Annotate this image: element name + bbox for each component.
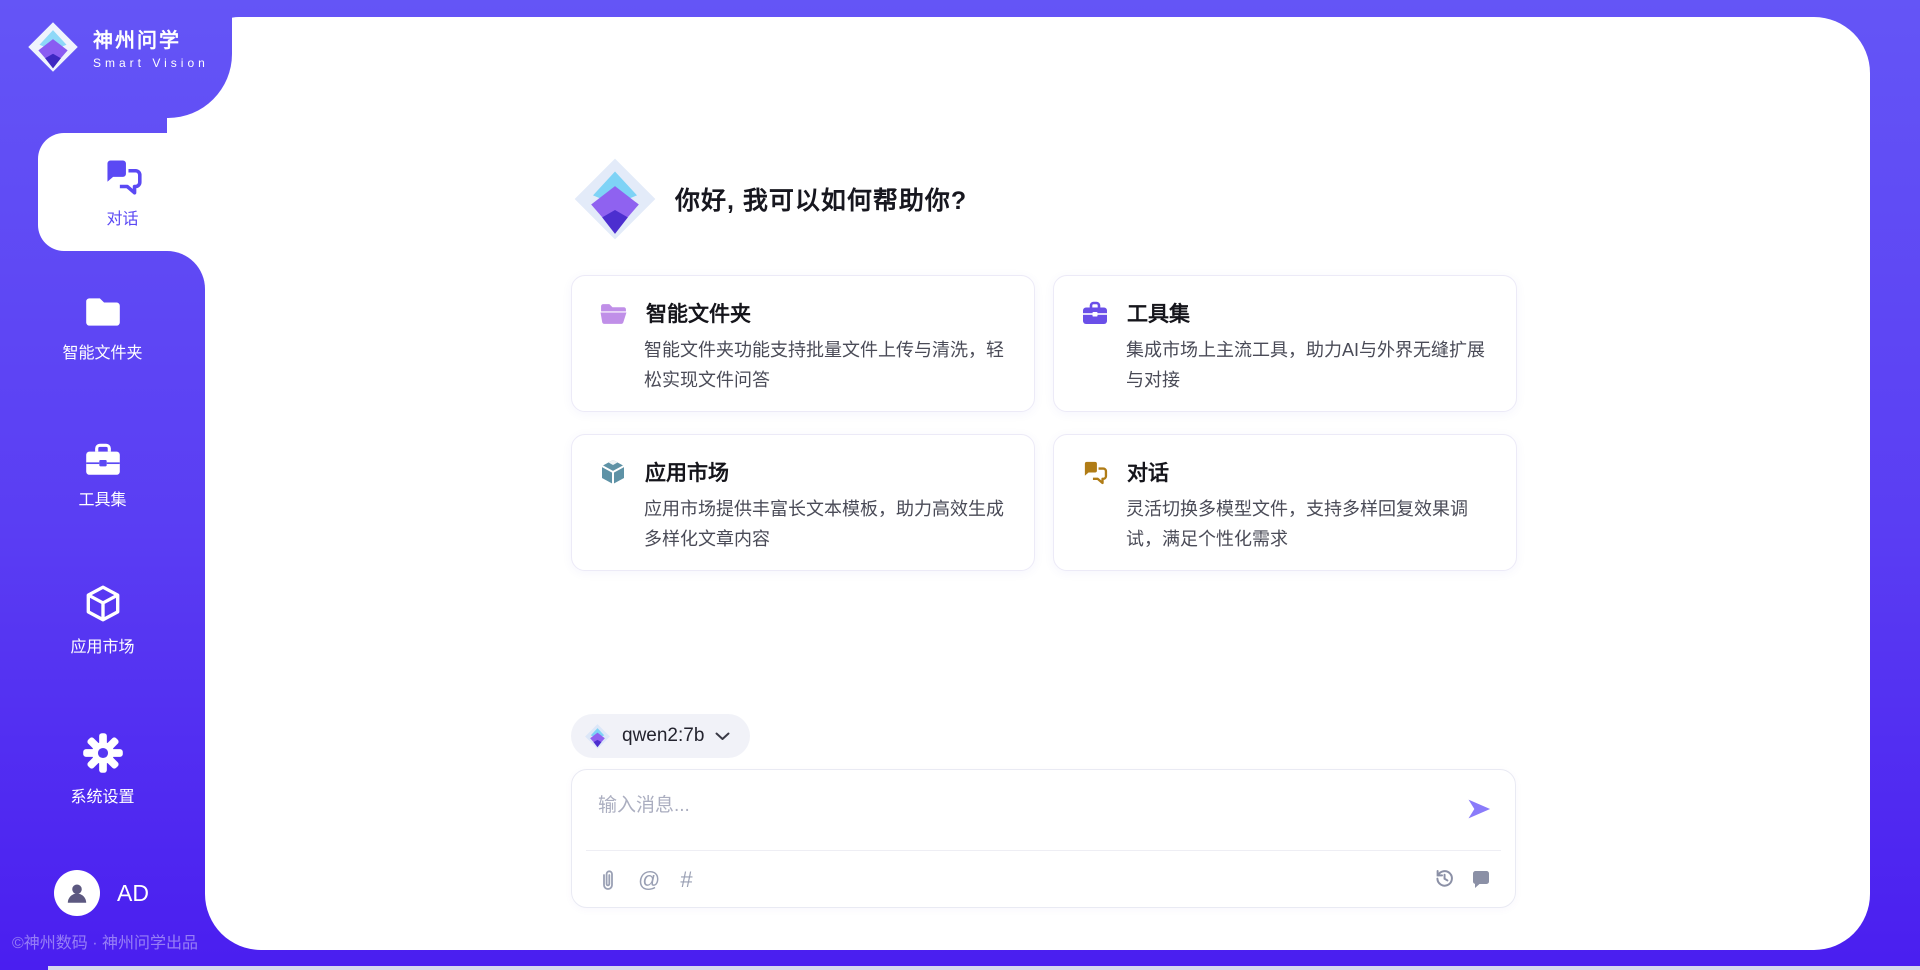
brand-text: 神州问学 Smart Vision	[93, 24, 209, 70]
user-account[interactable]: AD	[54, 870, 149, 916]
app-subtitle: Smart Vision	[93, 56, 209, 70]
card-head: 对话	[1081, 457, 1492, 487]
sidebar-item-label: 系统设置	[70, 783, 134, 807]
chat-bubbles-icon	[1081, 459, 1109, 485]
app-window: 你好, 我可以如何帮助你? 智能文件夹 智能文件夹功能支持批量文件上传与清洗，轻…	[0, 0, 1920, 970]
briefcase-icon	[82, 440, 124, 478]
sidebar-item-toolset[interactable]: 工具集	[0, 440, 205, 510]
user-name: AD	[117, 880, 149, 907]
folder-icon	[599, 301, 628, 326]
gear-icon	[81, 731, 125, 775]
model-name: qwen2:7b	[622, 725, 704, 747]
card-head: 应用市场	[599, 457, 1010, 487]
brand: 神州问学 Smart Vision	[0, 0, 232, 74]
card-title: 工具集	[1127, 298, 1190, 328]
card-title: 智能文件夹	[646, 298, 751, 328]
sidebar-item-label: 对话	[106, 205, 138, 229]
folder-icon	[82, 293, 124, 331]
model-selector[interactable]: qwen2:7b	[571, 714, 750, 758]
card-toolset[interactable]: 工具集 集成市场上主流工具，助力AI与外界无缝扩展与对接	[1053, 275, 1517, 412]
message-input[interactable]	[598, 790, 1438, 842]
composer-divider	[586, 850, 1501, 851]
history-icon[interactable]	[1433, 867, 1455, 889]
paperclip-icon[interactable]	[598, 868, 618, 892]
composer-right-tools	[1433, 867, 1491, 889]
sidebar-item-settings[interactable]: 系统设置	[0, 731, 205, 807]
sidebar-tab-connector	[167, 251, 205, 289]
message-composer: @ #	[571, 769, 1516, 908]
diamond-gem-icon	[584, 723, 611, 750]
copyright-text: ©神州数码 · 神州问学出品	[12, 929, 198, 953]
main-panel: 你好, 我可以如何帮助你? 智能文件夹 智能文件夹功能支持批量文件上传与清洗，轻…	[205, 17, 1870, 950]
card-head: 智能文件夹	[599, 298, 1010, 328]
sidebar-item-app-market[interactable]: 应用市场	[0, 583, 205, 657]
avatar	[54, 870, 100, 916]
send-arrow-icon[interactable]	[1465, 795, 1493, 823]
cube-grid-icon	[599, 458, 627, 486]
card-title: 应用市场	[645, 457, 729, 487]
card-desc: 灵活切换多模型文件，支持多样回复效果调试，满足个性化需求	[1126, 494, 1492, 554]
person-icon	[64, 880, 90, 906]
brand-block: 神州问学 Smart Vision	[0, 0, 232, 118]
at-sign-icon[interactable]: @	[638, 867, 660, 893]
card-title: 对话	[1127, 457, 1169, 487]
cube-icon	[81, 583, 125, 625]
sidebar-item-label: 智能文件夹	[62, 339, 142, 363]
briefcase-icon	[1081, 300, 1109, 326]
composer-left-tools: @ #	[598, 867, 693, 893]
chat-bubbles-icon	[102, 156, 144, 196]
sidebar-item-smart-folder[interactable]: 智能文件夹	[0, 293, 205, 363]
window-bottom-strip	[48, 966, 1920, 970]
feature-cards: 智能文件夹 智能文件夹功能支持批量文件上传与清洗，轻松实现文件问答 工具集 集成…	[571, 275, 1517, 571]
card-desc: 应用市场提供丰富长文本模板，助力高效生成多样化文章内容	[644, 494, 1010, 554]
sidebar-item-label: 工具集	[78, 486, 126, 510]
diamond-gem-icon	[571, 155, 659, 243]
card-chat[interactable]: 对话 灵活切换多模型文件，支持多样回复效果调试，满足个性化需求	[1053, 434, 1517, 571]
card-head: 工具集	[1081, 298, 1492, 328]
chat-square-icon[interactable]	[1471, 869, 1491, 888]
diamond-gem-icon	[26, 20, 80, 74]
app-name: 神州问学	[93, 24, 209, 53]
card-smart-folder[interactable]: 智能文件夹 智能文件夹功能支持批量文件上传与清洗，轻松实现文件问答	[571, 275, 1035, 412]
hash-icon[interactable]: #	[680, 867, 692, 893]
sidebar-item-label: 应用市场	[70, 633, 134, 657]
greeting-row: 你好, 我可以如何帮助你?	[571, 155, 967, 243]
sidebar-item-chat[interactable]: 对话	[38, 133, 207, 251]
card-app-market[interactable]: 应用市场 应用市场提供丰富长文本模板，助力高效生成多样化文章内容	[571, 434, 1035, 571]
greeting-text: 你好, 我可以如何帮助你?	[675, 181, 967, 217]
card-desc: 集成市场上主流工具，助力AI与外界无缝扩展与对接	[1126, 335, 1492, 395]
card-desc: 智能文件夹功能支持批量文件上传与清洗，轻松实现文件问答	[644, 335, 1010, 395]
chevron-down-icon	[715, 732, 730, 741]
